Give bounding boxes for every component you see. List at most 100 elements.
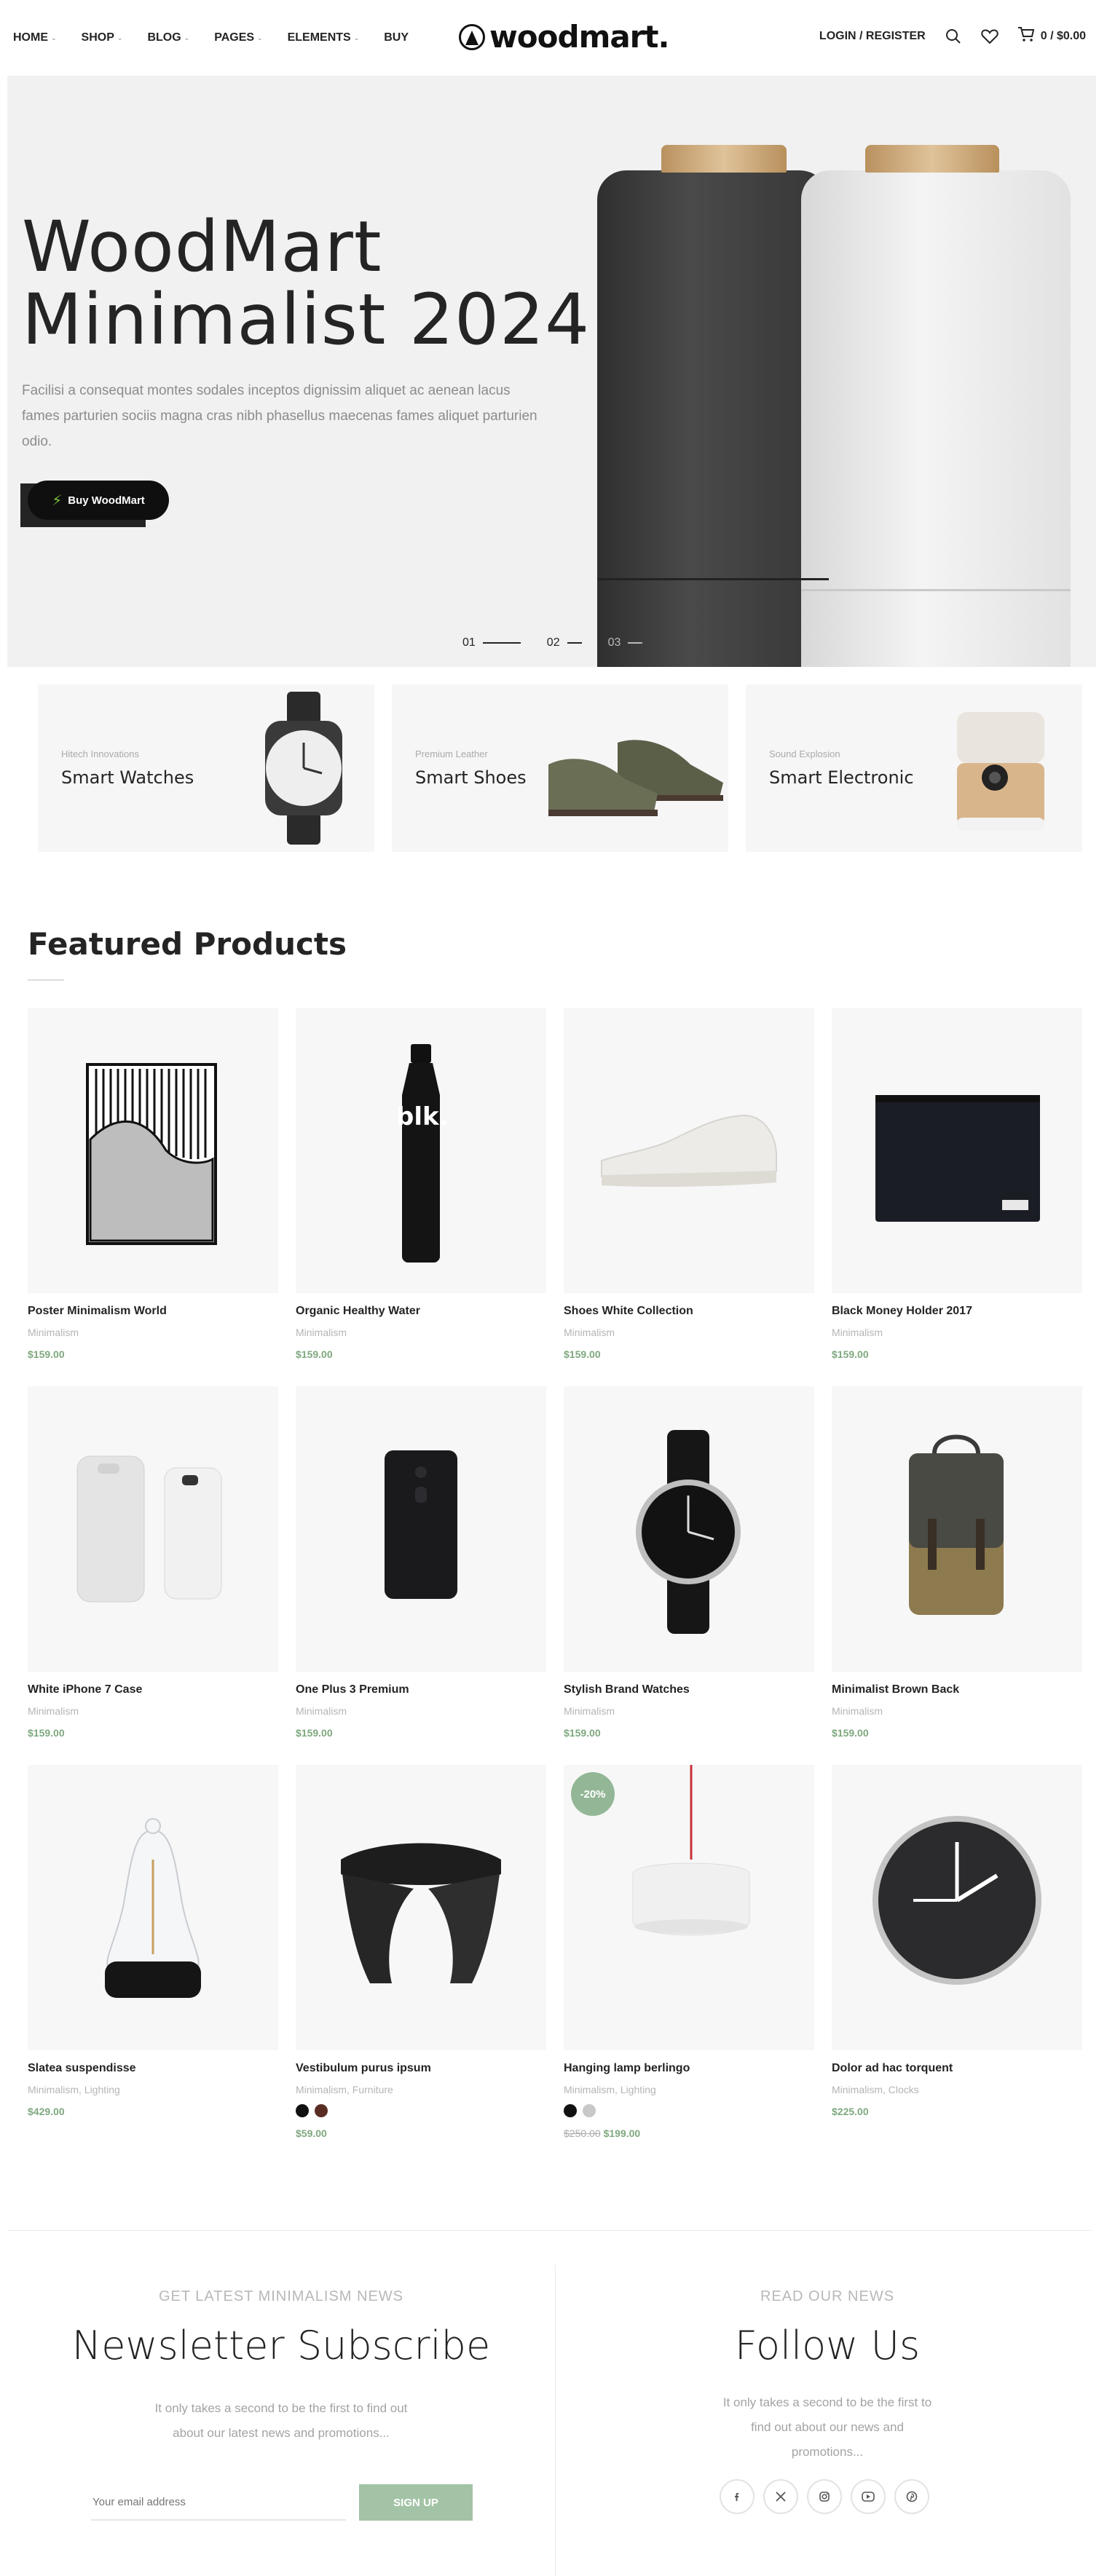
site-logo[interactable]: woodmart. (459, 19, 669, 55)
follow-text-line: find out about our news and (751, 2420, 904, 2434)
product-image[interactable]: blk. (296, 1008, 546, 1293)
poster-image (86, 1063, 217, 1245)
product-card[interactable]: Stylish Brand Watches Minimalism $159.00 (564, 1386, 814, 1739)
facebook-icon[interactable] (720, 2479, 755, 2514)
cart-button[interactable]: 0 / $0.00 (1017, 26, 1086, 46)
slide-dot-2[interactable]: 02 (547, 636, 582, 649)
chevron-down-icon: ⌄ (184, 33, 190, 42)
product-card[interactable]: blk. Organic Healthy Water Minimalism $1… (296, 1008, 546, 1360)
nav-elements[interactable]: ELEMENTS ⌄ (288, 31, 360, 44)
product-category[interactable]: Minimalism, Clocks (832, 2084, 1082, 2095)
price-value: $225.00 (832, 2106, 869, 2117)
product-card[interactable]: Poster Minimalism World Minimalism $159.… (28, 1008, 278, 1360)
product-image[interactable] (832, 1765, 1082, 2050)
nav-buy[interactable]: BUY (384, 31, 409, 44)
nav-home[interactable]: HOME ⌄ (13, 31, 57, 44)
product-card[interactable]: Black Money Holder 2017 Minimalism $159.… (832, 1008, 1082, 1360)
product-card[interactable]: Minimalist Brown Back Minimalism $159.00 (832, 1386, 1082, 1739)
product-name[interactable]: Stylish Brand Watches (564, 1683, 814, 1696)
nav-blog[interactable]: BLOG ⌄ (147, 31, 189, 44)
category-smart-electronic[interactable]: Sound Explosion Smart Electronic (746, 684, 1082, 852)
price-value: $159.00 (832, 1348, 869, 1360)
featured-products-title: Featured Products (28, 926, 347, 962)
product-name[interactable]: Shoes White Collection (564, 1305, 814, 1318)
product-price: $250.00 $199.00 (564, 2127, 814, 2139)
product-card[interactable]: White iPhone 7 Case Minimalism $159.00 (28, 1386, 278, 1739)
product-category[interactable]: Minimalism (296, 1705, 546, 1717)
product-image[interactable] (564, 1008, 814, 1293)
signup-button[interactable]: SIGN UP (359, 2484, 473, 2521)
product-name[interactable]: Black Money Holder 2017 (832, 1305, 1082, 1318)
newsletter-text-line: It only takes a second to be the first t… (154, 2401, 408, 2415)
product-card[interactable]: Dolor ad hac torquent Minimalism, Clocks… (832, 1765, 1082, 2117)
grinder-seam (801, 589, 1071, 591)
product-image[interactable] (28, 1765, 278, 2050)
category-title: Smart Watches (61, 767, 194, 788)
swatch-black[interactable] (296, 2104, 309, 2117)
slide-dot-1[interactable]: 01 (462, 636, 521, 649)
swatch-brown[interactable] (315, 2104, 328, 2117)
product-name[interactable]: Dolor ad hac torquent (832, 2062, 1082, 2075)
product-name[interactable]: Slatea suspendisse (28, 2062, 278, 2075)
money-holder-image (875, 1095, 1040, 1222)
product-name[interactable]: One Plus 3 Premium (296, 1683, 546, 1696)
price-value: $159.00 (28, 1727, 65, 1739)
product-category[interactable]: Minimalism, Lighting (564, 2084, 814, 2095)
color-swatches (296, 2104, 546, 2117)
heart-icon[interactable] (981, 28, 998, 45)
newsletter-text-line: about our latest news and promotions... (173, 2426, 390, 2440)
pinterest-icon[interactable] (894, 2479, 929, 2514)
category-smart-shoes[interactable]: Premium Leather Smart Shoes (392, 684, 728, 852)
product-image[interactable] (296, 1386, 546, 1672)
product-image[interactable] (832, 1008, 1082, 1293)
nav-shop[interactable]: SHOP ⌄ (82, 31, 123, 44)
nav-pages[interactable]: PAGES ⌄ (214, 31, 262, 44)
slide-dot-3[interactable]: 03 (608, 636, 643, 649)
search-icon[interactable] (945, 28, 962, 45)
instagram-icon[interactable] (807, 2479, 842, 2514)
swatch-grey[interactable] (583, 2104, 596, 2117)
login-register-link[interactable]: LOGIN / REGISTER (819, 30, 926, 43)
product-card[interactable]: Slatea suspendisse Minimalism, Lighting … (28, 1765, 278, 2117)
product-category[interactable]: Minimalism (564, 1327, 814, 1338)
hero-title: WoodMart Minimalist 2024 (22, 210, 590, 356)
product-image[interactable] (564, 1386, 814, 1672)
swatch-black[interactable] (564, 2104, 577, 2117)
youtube-icon[interactable] (851, 2479, 886, 2514)
nav-elements-label: ELEMENTS (287, 31, 351, 44)
product-image[interactable] (28, 1386, 278, 1672)
product-name[interactable]: White iPhone 7 Case (28, 1683, 278, 1696)
product-name[interactable]: Vestibulum purus ipsum (296, 2062, 546, 2075)
product-name[interactable]: Organic Healthy Water (296, 1305, 546, 1318)
product-card[interactable]: -20% Hanging lamp berlingo Minimalism, L… (564, 1765, 814, 2139)
newsletter-section: GET LATEST MINIMALISM NEWS Newsletter Su… (7, 2288, 555, 2446)
product-card[interactable]: Vestibulum purus ipsum Minimalism, Furni… (296, 1765, 546, 2139)
product-price: $159.00 (564, 1727, 814, 1739)
product-category[interactable]: Minimalism (28, 1327, 278, 1338)
product-card[interactable]: Shoes White Collection Minimalism $159.0… (564, 1008, 814, 1360)
follow-title: Follow Us (734, 2323, 921, 2368)
product-image[interactable]: -20% (564, 1765, 814, 2050)
product-category[interactable]: Minimalism (564, 1705, 814, 1717)
hero-description: Facilisi a consequat montes sodales ince… (22, 383, 537, 449)
product-name[interactable]: Poster Minimalism World (28, 1305, 278, 1318)
buy-woodmart-label: Buy WoodMart (68, 494, 145, 507)
product-category[interactable]: Minimalism, Furniture (296, 2084, 546, 2095)
product-name[interactable]: Hanging lamp berlingo (564, 2062, 814, 2075)
product-category[interactable]: Minimalism (28, 1705, 278, 1717)
email-input[interactable] (91, 2484, 346, 2521)
product-image[interactable] (296, 1765, 546, 2050)
product-category[interactable]: Minimalism, Lighting (28, 2084, 278, 2095)
product-category[interactable]: Minimalism (296, 1327, 546, 1338)
product-card[interactable]: One Plus 3 Premium Minimalism $159.00 (296, 1386, 546, 1739)
product-image[interactable] (832, 1386, 1082, 1672)
category-smart-watches[interactable]: Hitech Innovations Smart Watches (38, 684, 374, 852)
x-icon[interactable] (763, 2479, 798, 2514)
product-name[interactable]: Minimalist Brown Back (832, 1683, 1082, 1696)
product-image[interactable] (28, 1008, 278, 1293)
product-category[interactable]: Minimalism (832, 1705, 1082, 1717)
follow-text-line: It only takes a second to be the first t… (722, 2395, 932, 2409)
dark-grinder-image (597, 170, 829, 667)
buy-woodmart-button[interactable]: ⚡ Buy WoodMart (28, 481, 169, 520)
product-category[interactable]: Minimalism (832, 1327, 1082, 1338)
